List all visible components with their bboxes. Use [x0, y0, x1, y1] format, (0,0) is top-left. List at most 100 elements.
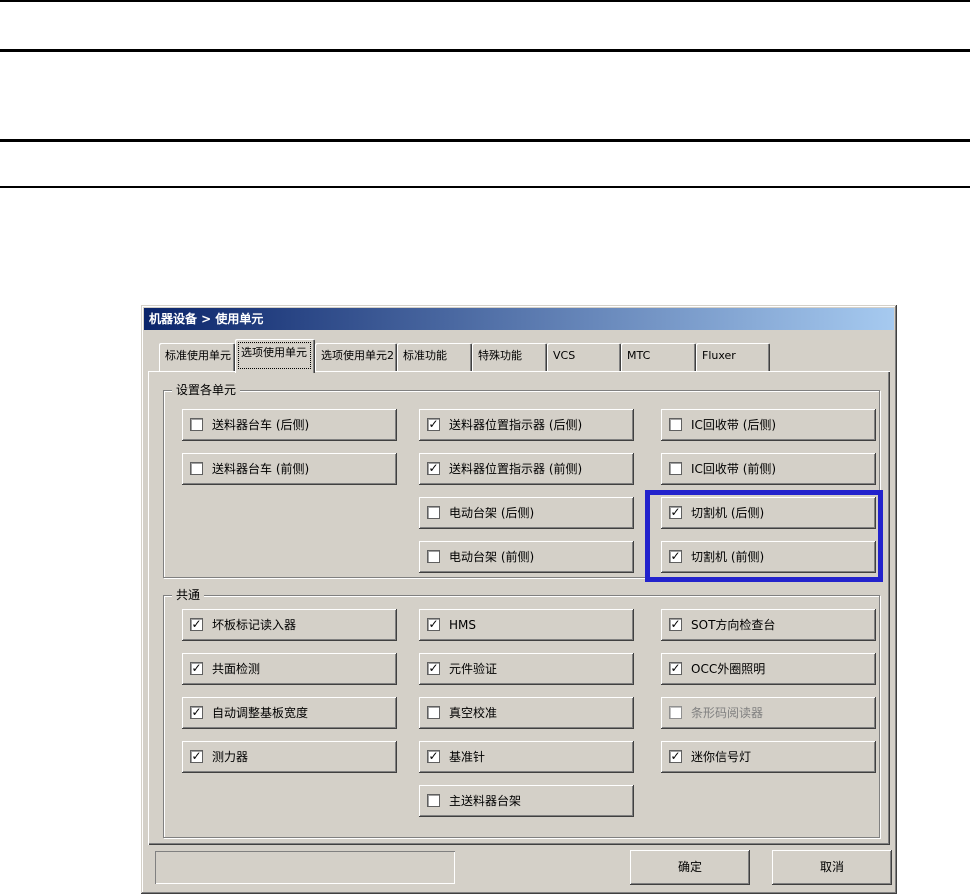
checkbox-item-auto-board-width-adjust[interactable]: ✓ 自动调整基板宽度: [182, 697, 397, 729]
checkbox-item-component-verification[interactable]: ✓ 元件验证: [419, 653, 634, 685]
checkbox[interactable]: [427, 550, 440, 563]
tab-fluxer[interactable]: Fluxer: [696, 343, 770, 371]
checkmark-icon: ✓: [670, 661, 681, 675]
checkbox-item-bad-board-mark-reader[interactable]: ✓ 坏板标记读入器: [182, 609, 397, 641]
checkmark-icon: ✓: [670, 505, 681, 519]
checkmark-icon: [428, 550, 439, 563]
checkbox-item-barcode-reader: 条形码阅读器: [661, 697, 876, 729]
checkbox-item-cutter-front[interactable]: ✓ 切割机 (前侧): [661, 541, 876, 573]
checkbox-item-sot-direction-check-stage[interactable]: ✓ SOT方向检查台: [661, 609, 876, 641]
checkbox-label: 主送料器台架: [449, 794, 522, 808]
checkbox-label: IC回收带 (前侧): [691, 462, 777, 476]
checkmark-icon: [428, 506, 439, 519]
cancel-button[interactable]: 取消: [772, 850, 892, 885]
checkmark-icon: ✓: [428, 617, 439, 631]
checkbox[interactable]: [669, 418, 682, 431]
checkmark-icon: ✓: [428, 417, 439, 431]
checkbox[interactable]: ✓: [669, 618, 682, 631]
checkbox[interactable]: [427, 794, 440, 807]
checkbox[interactable]: ✓: [190, 706, 203, 719]
checkbox-item-feeder-cart-rear[interactable]: 送料器台车 (后侧): [182, 409, 397, 441]
checkbox-label: 送料器台车 (后侧): [212, 418, 310, 432]
checkbox-item-ic-collection-belt-front[interactable]: IC回收带 (前侧): [661, 453, 876, 485]
checkbox-label: 自动调整基板宽度: [212, 706, 309, 720]
checkbox[interactable]: [190, 462, 203, 475]
group-common: 共通 ✓ 坏板标记读入器 ✓ HMS ✓ SOT方向检查台 ✓ 共面检测 ✓ 元…: [163, 588, 880, 838]
checkbox[interactable]: ✓: [190, 750, 203, 763]
checkbox-item-motorized-table-front[interactable]: 电动台架 (前侧): [419, 541, 634, 573]
dialog-title: 机器设备 > 使用单元: [149, 312, 264, 326]
checkbox[interactable]: ✓: [669, 662, 682, 675]
dialog-title-bar[interactable]: 机器设备 > 使用单元: [144, 308, 894, 330]
checkbox[interactable]: ✓: [669, 550, 682, 563]
checkmark-icon: ✓: [670, 549, 681, 563]
checkbox-item-vacuum-calibration[interactable]: 真空校准: [419, 697, 634, 729]
tab-standard-functions[interactable]: 标准功能: [397, 343, 472, 371]
checkbox-label: 测力器: [212, 750, 249, 764]
checkmark-icon: [670, 706, 681, 719]
checkmark-icon: ✓: [191, 705, 202, 719]
checkmark-icon: [191, 462, 202, 475]
group-set-units: 设置各单元 送料器台车 (后侧) ✓ 送料器位置指示器 (后侧) IC回收带 (…: [163, 383, 880, 578]
checkbox-label: 切割机 (后侧): [691, 506, 765, 520]
checkbox-label: 真空校准: [449, 706, 498, 720]
checkbox[interactable]: ✓: [427, 662, 440, 675]
tab-standard-units[interactable]: 标准使用单元: [159, 343, 235, 371]
checkbox-item-coplanarity-check[interactable]: ✓ 共面检测: [182, 653, 397, 685]
checkmark-icon: ✓: [428, 749, 439, 763]
checkbox-item-feeder-position-indicator-front[interactable]: ✓ 送料器位置指示器 (前侧): [419, 453, 634, 485]
tab-option-units[interactable]: 选项使用单元: [235, 339, 315, 373]
checkbox-label: 送料器台车 (前侧): [212, 462, 310, 476]
ok-button[interactable]: 确定: [630, 850, 750, 885]
checkbox-label: 元件验证: [449, 662, 498, 676]
checkbox-label: 电动台架 (后侧): [449, 506, 535, 520]
checkbox[interactable]: ✓: [190, 662, 203, 675]
checkmark-icon: ✓: [191, 661, 202, 675]
checkbox[interactable]: [190, 418, 203, 431]
checkbox[interactable]: ✓: [427, 750, 440, 763]
tab-vcs[interactable]: VCS: [547, 343, 621, 371]
checkbox-item-mini-signal-light[interactable]: ✓ 迷你信号灯: [661, 741, 876, 773]
tab-strip: 标准使用单元 选项使用单元 选项使用单元2 标准功能 特殊功能 VCS MTC …: [159, 339, 770, 373]
group-set-units-label: 设置各单元: [172, 383, 241, 397]
checkbox-item-motorized-table-rear[interactable]: 电动台架 (后侧): [419, 497, 634, 529]
checkbox[interactable]: ✓: [427, 618, 440, 631]
checkbox-item-reference-pin[interactable]: ✓ 基准针: [419, 741, 634, 773]
checkbox[interactable]: ✓: [190, 618, 203, 631]
checkbox-item-force-gauge[interactable]: ✓ 测力器: [182, 741, 397, 773]
checkmark-icon: ✓: [428, 461, 439, 475]
checkbox-label: 送料器位置指示器 (前侧): [449, 462, 583, 476]
tab-special-functions[interactable]: 特殊功能: [472, 343, 547, 371]
checkbox-item-feeder-position-indicator-rear[interactable]: ✓ 送料器位置指示器 (后侧): [419, 409, 634, 441]
checkbox[interactable]: ✓: [669, 506, 682, 519]
checkbox-label: 坏板标记读入器: [212, 618, 297, 632]
tab-mtc[interactable]: MTC: [621, 343, 696, 371]
checkbox-item-feeder-cart-front[interactable]: 送料器台车 (前侧): [182, 453, 397, 485]
checkbox-item-hms[interactable]: ✓ HMS: [419, 609, 634, 641]
checkbox: [669, 706, 682, 719]
checkbox-label: 切割机 (前侧): [691, 550, 765, 564]
checkbox-label: 基准针: [449, 750, 486, 764]
checkmark-icon: [670, 418, 681, 431]
page-rule-thick-2: [0, 139, 970, 142]
checkbox-label: IC回收带 (后侧): [691, 418, 777, 432]
page-rule-thin: [0, 186, 970, 188]
checkmark-icon: [428, 706, 439, 719]
checkmark-icon: [428, 794, 439, 807]
checkbox[interactable]: ✓: [669, 750, 682, 763]
checkbox[interactable]: [427, 706, 440, 719]
checkbox[interactable]: ✓: [427, 462, 440, 475]
checkbox-item-occ-outer-ring-lighting[interactable]: ✓ OCC外圈照明: [661, 653, 876, 685]
checkbox-label: OCC外圈照明: [691, 662, 766, 676]
checkbox[interactable]: ✓: [427, 418, 440, 431]
checkbox-item-main-feeder-base[interactable]: 主送料器台架: [419, 785, 634, 817]
checkbox[interactable]: [427, 506, 440, 519]
checkbox-label: 迷你信号灯: [691, 750, 752, 764]
checkmark-icon: ✓: [670, 617, 681, 631]
tab-option-units-2[interactable]: 选项使用单元2: [315, 343, 397, 371]
checkmark-icon: [670, 462, 681, 475]
checkbox-label: 送料器位置指示器 (后侧): [449, 418, 583, 432]
checkbox-item-ic-collection-belt-rear[interactable]: IC回收带 (后侧): [661, 409, 876, 441]
checkbox[interactable]: [669, 462, 682, 475]
checkbox-item-cutter-rear[interactable]: ✓ 切割机 (后侧): [661, 497, 876, 529]
